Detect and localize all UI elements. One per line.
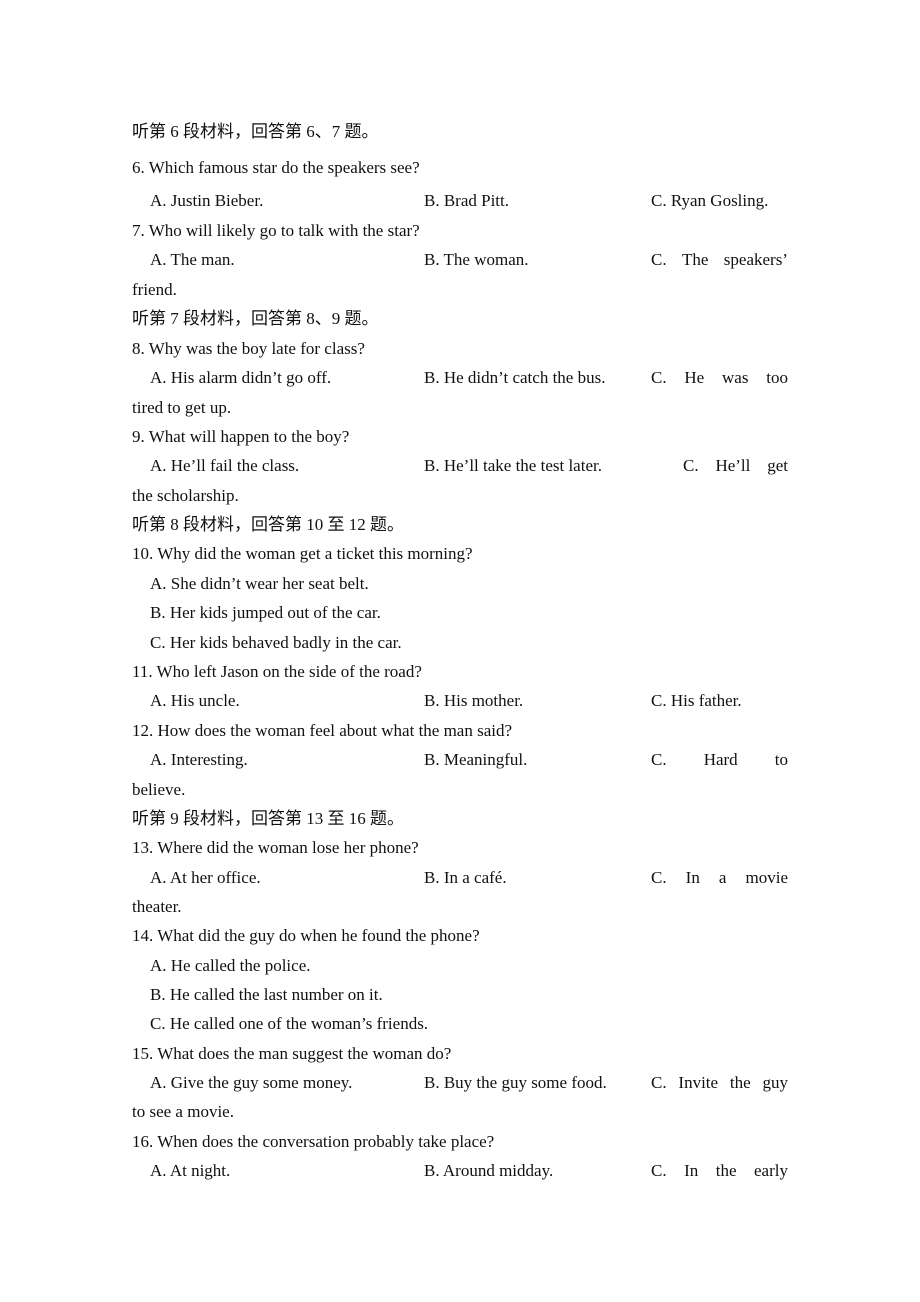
option-c-word: C. <box>651 1073 667 1092</box>
option-c-word: He <box>684 368 705 387</box>
section-heading: 听第 7 段材料，回答第 8、9 题。 <box>132 309 379 328</box>
option-b: B. In a café. <box>424 868 507 887</box>
options-row: A. His alarm didn’t go off. B. He didn’t… <box>132 363 788 392</box>
option-b: B. He’ll take the test later. <box>424 456 602 475</box>
question-10: 10. Why did the woman get a ticket this … <box>132 544 473 563</box>
option-c-word: to <box>774 750 788 769</box>
option-c-word: C. <box>651 750 667 769</box>
question-9: 9. What will happen to the boy? <box>132 427 350 446</box>
question-12: 12. How does the woman feel about what t… <box>132 721 513 740</box>
options-row: A. His uncle. B. His mother. C. His fath… <box>132 686 788 715</box>
section-heading: 听第 9 段材料，回答第 13 至 16 题。 <box>132 809 404 828</box>
options-row: A. Interesting. B. Meaningful. C. Hard t… <box>132 745 788 774</box>
option-c-continuation: theater. <box>132 897 182 916</box>
option-a: A. His uncle. <box>150 691 240 710</box>
option-a: A. Interesting. <box>150 750 248 769</box>
option-b: B. Her kids jumped out of the car. <box>150 603 381 622</box>
option-b: B. The woman. <box>424 250 529 269</box>
option-c-word: C. <box>683 456 699 475</box>
options-row: A. The man. B. The woman. C. The speaker… <box>132 245 788 274</box>
options-row: A. Give the guy some money. B. Buy the g… <box>132 1068 788 1097</box>
option-b: B. Buy the guy some food. <box>424 1073 607 1092</box>
option-c-word: the <box>729 1073 751 1092</box>
option-c-word: In <box>684 1161 699 1180</box>
option-c-continuation: to see a movie. <box>132 1102 234 1121</box>
option-c-continuation: friend. <box>132 280 177 299</box>
option-c: C. Invite the guy <box>651 1068 788 1097</box>
option-c-word: C. <box>651 868 667 887</box>
option-c: C. He was too <box>651 363 788 392</box>
option-c-word: early <box>754 1161 788 1180</box>
option-c: C. In a movie <box>651 863 788 892</box>
option-c-continuation: believe. <box>132 780 186 799</box>
option-c-word: C. <box>651 250 667 269</box>
question-6: 6. Which famous star do the speakers see… <box>132 158 420 177</box>
question-8: 8. Why was the boy late for class? <box>132 339 365 358</box>
option-c-word: In <box>685 868 700 887</box>
option-c-word: Hard <box>703 750 738 769</box>
option-c: C. The speakers’ <box>651 245 788 274</box>
option-a: A. Give the guy some money. <box>150 1073 353 1092</box>
option-a: A. Justin Bieber. <box>150 191 264 210</box>
section-heading: 听第 6 段材料，回答第 6、7 题。 <box>132 122 379 141</box>
option-c: C. His father. <box>651 691 742 710</box>
option-c-word: He’ll <box>715 456 751 475</box>
option-c: C. Her kids behaved badly in the car. <box>150 633 402 652</box>
option-c-continuation: tired to get up. <box>132 398 232 417</box>
option-b: B. He called the last number on it. <box>150 985 383 1004</box>
option-c-word: C. <box>651 368 667 387</box>
option-c-word: the <box>715 1161 737 1180</box>
section-heading: 听第 8 段材料，回答第 10 至 12 题。 <box>132 515 404 534</box>
option-a: A. At her office. <box>150 868 261 887</box>
options-row: A. He’ll fail the class. B. He’ll take t… <box>132 451 788 480</box>
option-a: A. He’ll fail the class. <box>150 456 300 475</box>
option-a: A. He called the police. <box>150 956 311 975</box>
option-a: A. His alarm didn’t go off. <box>150 368 332 387</box>
option-c-word: speakers’ <box>723 250 788 269</box>
option-c: C. He called one of the woman’s friends. <box>150 1014 429 1033</box>
option-c-word: guy <box>762 1073 788 1092</box>
option-c-word: too <box>766 368 788 387</box>
question-14: 14. What did the guy do when he found th… <box>132 926 480 945</box>
options-row: A. At night. B. Around midday. C. In the… <box>132 1156 788 1185</box>
option-c: C. In the early <box>651 1156 788 1185</box>
question-7: 7. Who will likely go to talk with the s… <box>132 221 420 240</box>
options-row: A. Justin Bieber. B. Brad Pitt. C. Ryan … <box>132 186 788 215</box>
option-c-word: The <box>681 250 709 269</box>
option-c-word: was <box>722 368 749 387</box>
option-c-word: a <box>718 868 727 887</box>
options-row: A. At her office. B. In a café. C. In a … <box>132 863 788 892</box>
option-c-word: movie <box>745 868 789 887</box>
option-a: A. She didn’t wear her seat belt. <box>150 574 369 593</box>
option-b: B. Around midday. <box>424 1161 554 1180</box>
option-c-word: Invite <box>678 1073 719 1092</box>
option-b: B. He didn’t catch the bus. <box>424 368 606 387</box>
option-b: B. Meaningful. <box>424 750 528 769</box>
question-15: 15. What does the man suggest the woman … <box>132 1044 452 1063</box>
question-16: 16. When does the conversation probably … <box>132 1132 495 1151</box>
option-c-word: C. <box>651 1161 667 1180</box>
option-c: C. Hard to <box>651 745 788 774</box>
option-b: B. Brad Pitt. <box>424 191 510 210</box>
option-a: A. At night. <box>150 1161 231 1180</box>
option-c: C. He’ll get <box>683 451 788 480</box>
option-c-continuation: the scholarship. <box>132 486 239 505</box>
question-11: 11. Who left Jason on the side of the ro… <box>132 662 422 681</box>
option-b: B. His mother. <box>424 691 524 710</box>
question-13: 13. Where did the woman lose her phone? <box>132 838 419 857</box>
option-c-word: get <box>767 456 788 475</box>
option-a: A. The man. <box>150 250 235 269</box>
option-c: C. Ryan Gosling. <box>651 191 769 210</box>
